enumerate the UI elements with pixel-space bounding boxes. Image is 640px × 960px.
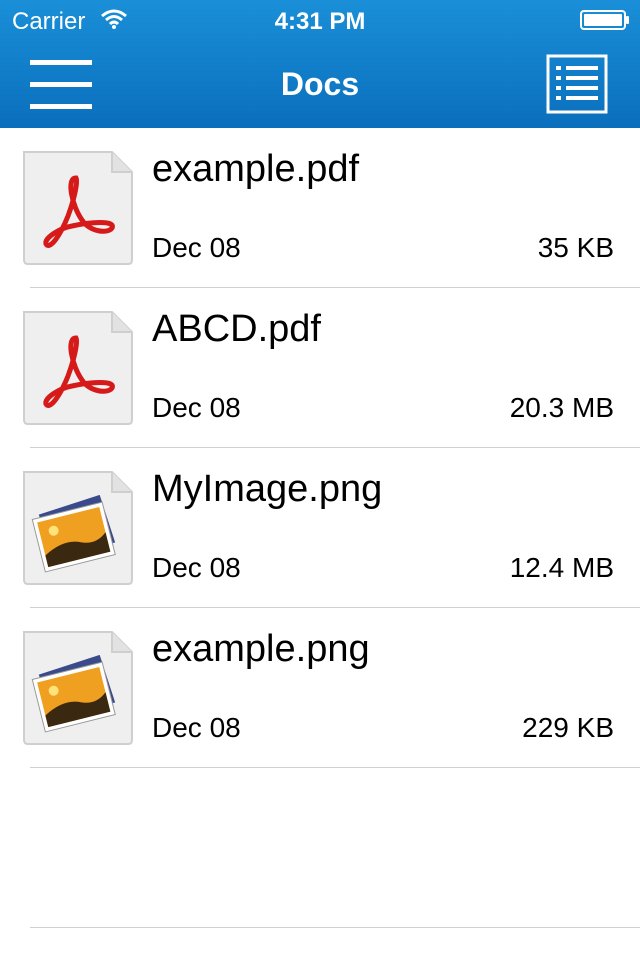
file-size: 20.3 MB — [509, 392, 614, 423]
file-name: ABCD.pdf — [152, 308, 321, 350]
navigation-bar: Carrier 4:31 PM Docs — [0, 0, 640, 128]
file-date: Dec 08 — [152, 552, 241, 583]
pdf-icon — [23, 311, 133, 425]
file-row[interactable]: MyImage.png Dec 08 12.4 MB — [0, 448, 640, 608]
file-size: 12.4 MB — [509, 552, 614, 583]
file-name: example.png — [152, 628, 370, 670]
clock: 4:31 PM — [274, 8, 366, 35]
file-row[interactable]: ABCD.pdf Dec 08 20.3 MB — [0, 288, 640, 448]
image-icon — [23, 631, 133, 745]
image-icon — [23, 471, 133, 585]
empty-row-separator — [30, 927, 640, 928]
page-title: Docs — [280, 66, 360, 102]
list-view-icon[interactable] — [546, 54, 610, 114]
file-size: 229 KB — [522, 712, 614, 743]
file-name: example.pdf — [152, 148, 360, 190]
pdf-icon — [23, 151, 133, 265]
file-row[interactable]: example.png Dec 08 229 KB — [0, 608, 640, 768]
file-date: Dec 08 — [152, 392, 241, 423]
file-list: example.pdf Dec 08 35 KB ABCD.pdf Dec 08… — [0, 128, 640, 768]
row-separator — [30, 767, 640, 768]
file-name: MyImage.png — [152, 468, 383, 510]
file-size: 35 KB — [537, 232, 614, 263]
file-row[interactable]: example.pdf Dec 08 35 KB — [0, 128, 640, 288]
status-bar: Carrier 4:31 PM — [0, 0, 640, 40]
battery-icon — [580, 10, 629, 30]
file-date: Dec 08 — [152, 232, 241, 263]
file-date: Dec 08 — [152, 712, 241, 743]
